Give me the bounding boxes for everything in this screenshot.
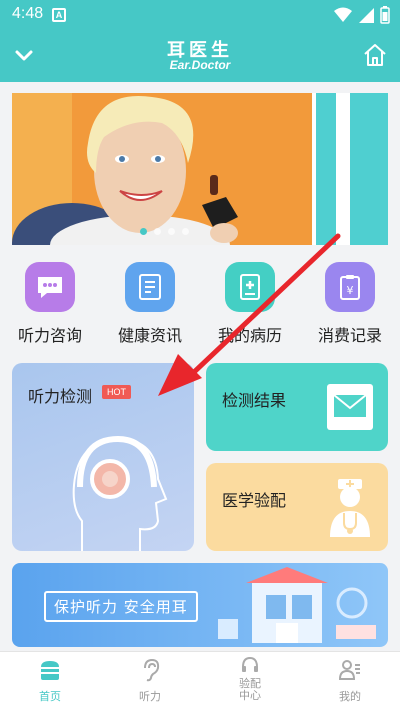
svg-text:¥: ¥ [347,284,354,297]
nav-label: 听力 [139,690,161,703]
carousel-dot[interactable] [154,228,161,235]
menu-label: 健康资讯 [117,326,182,345]
chat-icon [25,262,75,312]
banner-photo [12,93,312,245]
banner-next-slide [350,93,388,245]
medical-record-icon [225,262,275,312]
carousel-dot[interactable] [182,228,189,235]
menu-label: 我的病历 [217,326,282,345]
medical-fitting-card[interactable]: 医学验配 [206,463,388,551]
menu-item-medical-record[interactable]: 我的病历 [200,262,300,346]
test-results-card[interactable]: 检测结果 [206,363,388,451]
medical-fitting-label: 医学验配 [222,491,287,510]
quick-menu: 听力咨询 健康资讯 我的病历 ¥ 消费记录 [0,262,400,350]
test-results-label: 检测结果 [222,391,287,410]
bottom-nav: 首页 听力 验配 中心 我的 [0,651,400,710]
document-icon [125,262,175,312]
ear-icon [144,658,160,682]
page-subtitle: Ear.Doctor [169,58,231,72]
nav-tab-home[interactable]: 首页 [0,652,100,710]
status-bar: 4:48 A [0,0,400,30]
menu-item-consult[interactable]: 听力咨询 [0,262,100,346]
app-header: 耳医生 Ear.Doctor [0,30,400,82]
nav-label: 我的 [339,690,361,703]
carousel-dot[interactable] [140,228,147,235]
mail-icon [327,384,373,430]
profile-icon [338,660,360,680]
promo-text: 保护听力 安全用耳 [44,591,198,622]
battery-icon [380,6,390,24]
home-basket-icon [41,661,59,680]
hearing-test-label: 听力检测 [28,387,93,406]
hospital-illustration [218,567,376,643]
menu-label: 消费记录 [317,326,382,345]
menu-item-consumption[interactable]: ¥ 消费记录 [300,262,400,346]
nav-label: 首页 [39,690,61,703]
banner-next-slide [316,93,336,245]
carousel-dot[interactable] [168,228,175,235]
banner-carousel[interactable] [12,93,388,245]
menu-label: 听力咨询 [17,326,82,345]
nav-tab-mine[interactable]: 我的 [300,652,400,710]
signal-icon [359,8,374,23]
notification-a-icon: A [52,8,66,22]
receipt-icon: ¥ [325,262,375,312]
menu-item-health-news[interactable]: 健康资讯 [100,262,200,346]
home-icon[interactable] [362,42,388,68]
head-headphones-icon [72,435,168,551]
nav-tab-fitting-center[interactable]: 验配 中心 [200,652,300,710]
headset-icon [242,656,258,672]
carousel-dots [140,228,189,235]
status-time: 4:48 [12,5,44,22]
hot-badge: HOT [102,385,131,399]
promo-banner[interactable]: 保护听力 安全用耳 [12,563,388,647]
wifi-icon [334,7,352,22]
hearing-test-card[interactable]: 听力检测 HOT [12,363,194,551]
doctor-icon [330,479,370,537]
nav-tab-hearing[interactable]: 听力 [100,652,200,710]
nav-label: 中心 [239,689,261,702]
